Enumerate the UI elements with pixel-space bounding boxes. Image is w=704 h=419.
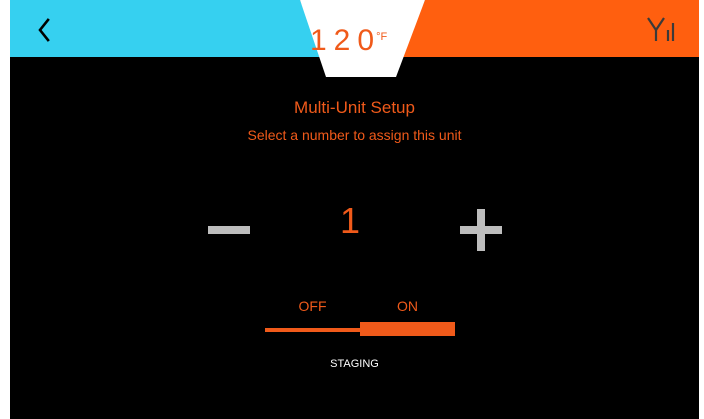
staging-on-option[interactable]: ON (360, 294, 455, 338)
page-subtitle: Select a number to assign this unit (247, 127, 462, 143)
staging-off-label: OFF (298, 298, 327, 314)
back-button[interactable] (24, 10, 64, 50)
staging-toggle: OFF ON (265, 294, 455, 338)
plus-icon-vertical (477, 209, 485, 251)
staging-caption: STAGING (330, 358, 379, 370)
staging-off-indicator (265, 328, 360, 332)
temperature-display: 120°F (310, 21, 420, 61)
signal-icon (647, 17, 675, 41)
staging-on-label: ON (397, 298, 418, 314)
staging-off-option[interactable]: OFF (265, 294, 360, 338)
signal-status (646, 14, 682, 44)
temperature-value: 120 (310, 24, 382, 57)
chevron-left-icon (38, 18, 50, 42)
decrement-button[interactable] (202, 206, 256, 250)
page-title: Multi-Unit Setup (294, 98, 415, 117)
top-bar: 120°F (10, 0, 699, 77)
minus-icon (208, 226, 250, 234)
unit-number-value: 1 (339, 200, 361, 241)
temperature-unit: °F (376, 31, 388, 43)
staging-on-indicator (360, 322, 455, 336)
multi-unit-setup-screen: 120°F Multi-Unit Setup Select a number t… (10, 0, 699, 419)
increment-button[interactable] (454, 204, 510, 254)
